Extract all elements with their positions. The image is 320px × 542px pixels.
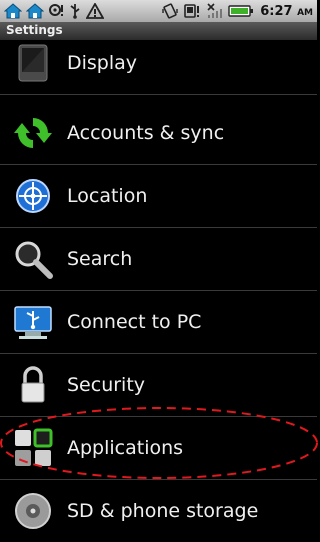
house-notification-icon [4, 3, 22, 19]
clock: 6:27 AM [260, 4, 313, 19]
settings-item-label: SD & phone storage [67, 500, 259, 522]
status-bar: 6:27 AM [0, 0, 317, 22]
warning-icon [86, 3, 104, 19]
phone-alert-icon [184, 4, 200, 18]
display-icon [18, 44, 48, 82]
clock-time: 6:27 [260, 3, 293, 19]
settings-item-label: Connect to PC [67, 311, 202, 333]
sync-icon [14, 118, 52, 148]
system-icons: 6:27 AM [162, 3, 317, 19]
location-alert-icon [49, 4, 63, 16]
settings-item-accounts-sync[interactable]: Accounts & sync [0, 102, 317, 164]
settings-item-label: Location [67, 185, 148, 207]
usb-icon [14, 306, 52, 339]
highlight-annotation [0, 407, 318, 479]
settings-item-display[interactable]: Display [0, 32, 317, 94]
settings-item-search[interactable]: Search [0, 228, 317, 290]
settings-item-label: Display [67, 52, 138, 74]
vibrate-icon [162, 3, 178, 19]
search-icon [15, 241, 53, 279]
lock-icon [21, 366, 45, 403]
no-signal-icon [207, 3, 223, 18]
notification-icons [0, 3, 104, 19]
settings-item-label: Security [67, 374, 146, 396]
settings-item-sd-phone-storage[interactable]: SD & phone storage [0, 480, 317, 542]
settings-item-label: Search [67, 248, 133, 270]
usb-notification-icon [70, 4, 80, 19]
divider [0, 94, 317, 95]
settings-item-connect-to-pc[interactable]: Connect to PC [0, 291, 317, 353]
settings-item-label: Accounts & sync [67, 122, 225, 144]
house-notification-icon [26, 3, 44, 19]
clock-ampm: AM [297, 7, 313, 18]
storage-icon [15, 493, 51, 529]
location-icon [16, 179, 50, 213]
settings-item-location[interactable]: Location [0, 165, 317, 227]
battery-icon [228, 5, 254, 17]
